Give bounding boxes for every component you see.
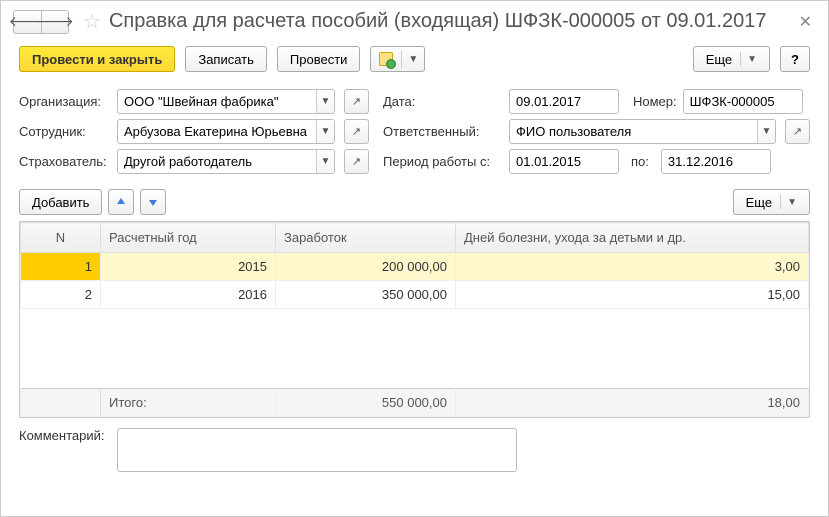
chevron-down-icon: ▼ (780, 195, 797, 209)
cell-days[interactable]: 3,00 (456, 253, 809, 281)
number-input[interactable] (683, 89, 803, 114)
chevron-down-icon: ▼ (401, 50, 418, 68)
add-row-button[interactable]: Добавить (19, 189, 102, 215)
window-title: Справка для расчета пособий (входящая) Ш… (109, 10, 787, 33)
period-from-input[interactable] (510, 150, 619, 173)
responsible-label: Ответственный: (383, 124, 503, 139)
earnings-table: N Расчетный год Заработок Дней болезни, … (19, 221, 810, 418)
more-label: Еще (706, 52, 732, 67)
titlebar: 🡐 🡒 ☆ Справка для расчета пособий (входя… (1, 1, 828, 38)
footer-label: Итого: (101, 389, 276, 417)
footer-earn: 550 000,00 (276, 389, 456, 417)
cell-n[interactable]: 1 (21, 253, 101, 281)
period-from-field[interactable]: 📅 (509, 149, 619, 174)
open-organization-button[interactable]: ↗ (344, 89, 369, 114)
date-field[interactable]: 📅 (509, 89, 619, 114)
insurer-field[interactable]: ▼ (117, 149, 335, 174)
move-down-button[interactable] (140, 189, 166, 215)
comment-label: Комментарий: (19, 428, 111, 443)
insurer-input[interactable] (118, 150, 316, 173)
employee-field[interactable]: ▼ (117, 119, 335, 144)
document-icon (379, 52, 393, 66)
table-header-row: N Расчетный год Заработок Дней болезни, … (21, 223, 809, 253)
period-to-input[interactable] (662, 150, 771, 173)
table-more-button[interactable]: Еще ▼ (733, 189, 810, 215)
close-icon[interactable]: ✕ (795, 12, 816, 32)
chevron-down-icon[interactable]: ▼ (316, 90, 334, 113)
chevron-down-icon[interactable]: ▼ (316, 150, 334, 173)
col-header-earn[interactable]: Заработок (276, 223, 456, 253)
organization-field[interactable]: ▼ (117, 89, 335, 114)
col-header-n[interactable]: N (21, 223, 101, 253)
cell-n[interactable]: 2 (21, 281, 101, 309)
post-button[interactable]: Провести (277, 46, 361, 72)
nav-forward-button[interactable]: 🡒 (41, 10, 69, 34)
table-more-label: Еще (746, 195, 772, 210)
chevron-down-icon[interactable]: ▼ (316, 120, 334, 143)
cell-earn[interactable]: 350 000,00 (276, 281, 456, 309)
number-label: Номер: (633, 94, 677, 109)
open-employee-button[interactable]: ↗ (344, 119, 369, 144)
arrow-down-icon (147, 196, 159, 208)
responsible-field[interactable]: ▼ (509, 119, 776, 144)
table-row[interactable]: 2 2016 350 000,00 15,00 (21, 281, 809, 309)
favorite-star-icon[interactable]: ☆ (83, 9, 101, 34)
chevron-down-icon[interactable]: ▼ (757, 120, 775, 143)
organization-input[interactable] (118, 90, 316, 113)
period-to-label: по: (631, 154, 649, 169)
create-based-on-button[interactable]: ▼ (370, 46, 425, 72)
open-responsible-button[interactable]: ↗ (785, 119, 810, 144)
document-window: 🡐 🡒 ☆ Справка для расчета пособий (входя… (0, 0, 829, 517)
comment-input[interactable] (117, 428, 517, 472)
more-button[interactable]: Еще ▼ (693, 46, 770, 72)
table-footer-row: Итого: 550 000,00 18,00 (21, 389, 809, 417)
table-toolbar: Добавить Еще ▼ (1, 183, 828, 221)
comment-row: Комментарий: (1, 418, 828, 482)
main-toolbar: Провести и закрыть Записать Провести ▼ Е… (1, 38, 828, 80)
write-button[interactable]: Записать (185, 46, 267, 72)
chevron-down-icon: ▼ (740, 52, 757, 66)
nav-buttons: 🡐 🡒 (13, 10, 69, 34)
move-up-button[interactable] (108, 189, 134, 215)
employee-label: Сотрудник: (19, 124, 111, 139)
col-header-days[interactable]: Дней болезни, ухода за детьми и др. (456, 223, 809, 253)
col-header-year[interactable]: Расчетный год (101, 223, 276, 253)
responsible-input[interactable] (510, 120, 757, 143)
table-empty-area[interactable] (21, 309, 809, 389)
date-input[interactable] (510, 90, 619, 113)
cell-year[interactable]: 2015 (101, 253, 276, 281)
employee-input[interactable] (118, 120, 316, 143)
organization-label: Организация: (19, 94, 111, 109)
cell-days[interactable]: 15,00 (456, 281, 809, 309)
post-and-close-button[interactable]: Провести и закрыть (19, 46, 175, 72)
cell-earn[interactable]: 200 000,00 (276, 253, 456, 281)
table-row[interactable]: 1 2015 200 000,00 3,00 (21, 253, 809, 281)
date-label: Дата: (383, 94, 503, 109)
cell-year[interactable]: 2016 (101, 281, 276, 309)
period-to-field[interactable]: 📅 (661, 149, 771, 174)
form-area: Организация: ▼ ↗ Дата: 📅 Номер: Сотрудни… (1, 80, 828, 183)
arrow-up-icon (115, 196, 127, 208)
open-insurer-button[interactable]: ↗ (344, 149, 369, 174)
insurer-label: Страхователь: (19, 154, 111, 169)
period-from-label: Период работы с: (383, 154, 503, 169)
help-button[interactable]: ? (780, 46, 810, 72)
footer-days: 18,00 (456, 389, 809, 417)
